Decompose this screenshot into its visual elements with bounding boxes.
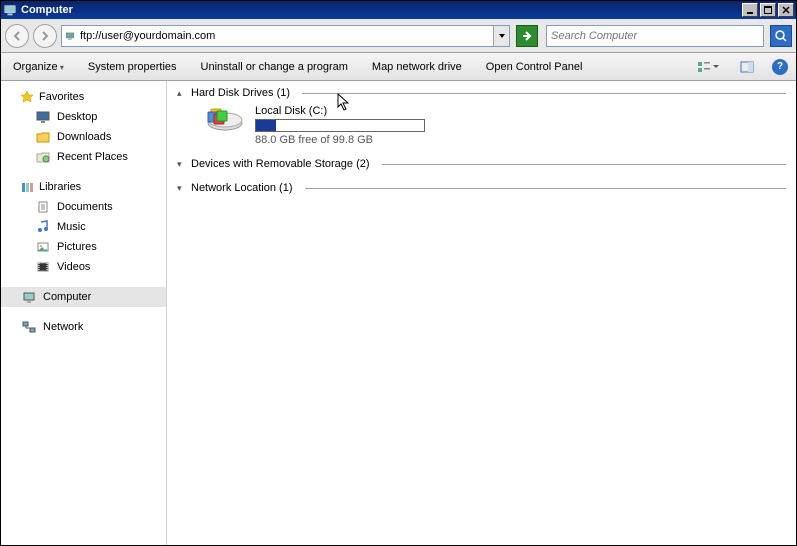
- pictures-icon: [35, 239, 51, 255]
- caret-down-icon: ▾: [177, 159, 185, 170]
- group-label: Network Location (1): [191, 182, 293, 194]
- favorites-label: Favorites: [39, 91, 84, 103]
- sidebar-item-label: Pictures: [57, 241, 97, 253]
- forward-button[interactable]: [33, 24, 57, 48]
- computer-icon: [21, 289, 37, 305]
- group-label: Devices with Removable Storage (2): [191, 158, 370, 170]
- sidebar-item-desktop[interactable]: Desktop: [1, 107, 166, 127]
- search-input[interactable]: [547, 28, 763, 44]
- map-network-drive-button[interactable]: Map network drive: [368, 59, 466, 75]
- drive-usage-bar: [255, 119, 425, 132]
- group-label: Hard Disk Drives (1): [191, 87, 290, 99]
- libraries-icon: [19, 179, 35, 195]
- sidebar-item-label: Computer: [43, 291, 91, 303]
- maximize-button[interactable]: [760, 3, 776, 17]
- preview-pane-button[interactable]: [738, 58, 756, 76]
- sidebar-item-label: Downloads: [57, 131, 111, 143]
- sidebar-item-label: Recent Places: [57, 151, 128, 163]
- content-pane: ▴ Hard Disk Drives (1) Local Dis: [167, 81, 796, 545]
- group-divider: [382, 164, 786, 165]
- window-title: Computer: [21, 4, 740, 16]
- navigation-pane: Favorites Desktop Downloads Recent Place…: [1, 81, 167, 545]
- caret-up-icon: ▴: [177, 88, 185, 99]
- uninstall-program-button[interactable]: Uninstall or change a program: [197, 59, 352, 75]
- search-button[interactable]: [770, 25, 792, 47]
- videos-icon: [35, 259, 51, 275]
- documents-icon: [35, 199, 51, 215]
- organize-menu[interactable]: Organize: [9, 59, 68, 75]
- sidebar-item-music[interactable]: Music: [1, 217, 166, 237]
- back-button[interactable]: [5, 24, 29, 48]
- change-view-button[interactable]: [694, 58, 722, 76]
- sidebar-item-documents[interactable]: Documents: [1, 197, 166, 217]
- computer-icon: [62, 29, 78, 43]
- address-bar[interactable]: [61, 25, 510, 47]
- open-control-panel-button[interactable]: Open Control Panel: [482, 59, 587, 75]
- desktop-icon: [35, 109, 51, 125]
- sidebar-item-pictures[interactable]: Pictures: [1, 237, 166, 257]
- close-button[interactable]: [778, 3, 794, 17]
- help-button[interactable]: ?: [772, 59, 788, 75]
- go-button[interactable]: [516, 25, 538, 47]
- sidebar-item-label: Music: [57, 221, 86, 233]
- minimize-button[interactable]: [742, 3, 758, 17]
- drive-name: Local Disk (C:): [255, 105, 425, 117]
- address-input[interactable]: [78, 28, 493, 44]
- search-box[interactable]: [546, 25, 764, 47]
- system-properties-button[interactable]: System properties: [84, 59, 181, 75]
- sidebar-item-label: Desktop: [57, 111, 97, 123]
- star-icon: [19, 89, 35, 105]
- drive-free-space: 88.0 GB free of 99.8 GB: [255, 134, 425, 146]
- group-divider: [302, 93, 786, 94]
- address-dropdown[interactable]: [493, 26, 509, 46]
- libraries-group[interactable]: Libraries: [1, 177, 166, 197]
- group-divider: [305, 188, 787, 189]
- computer-icon: [3, 3, 17, 17]
- group-removable-storage[interactable]: ▾ Devices with Removable Storage (2): [177, 158, 786, 170]
- caret-down-icon: ▾: [177, 183, 185, 194]
- network-icon: [21, 319, 37, 335]
- recent-icon: [35, 149, 51, 165]
- favorites-group[interactable]: Favorites: [1, 87, 166, 107]
- sidebar-item-label: Documents: [57, 201, 113, 213]
- group-network-location[interactable]: ▾ Network Location (1): [177, 182, 786, 194]
- group-hard-disk-drives[interactable]: ▴ Hard Disk Drives (1): [177, 87, 786, 99]
- sidebar-item-videos[interactable]: Videos: [1, 257, 166, 277]
- folder-icon: [35, 129, 51, 145]
- command-bar: Organize System properties Uninstall or …: [1, 53, 796, 81]
- libraries-label: Libraries: [39, 181, 81, 193]
- hard-drive-icon: [205, 105, 245, 137]
- music-icon: [35, 219, 51, 235]
- sidebar-item-computer[interactable]: Computer: [1, 287, 166, 307]
- navigation-bar: [1, 19, 796, 53]
- window-titlebar: Computer: [1, 1, 796, 19]
- drive-local-disk-c[interactable]: Local Disk (C:) 88.0 GB free of 99.8 GB: [205, 105, 786, 146]
- drive-usage-fill: [256, 120, 276, 131]
- sidebar-item-label: Network: [43, 321, 83, 333]
- sidebar-item-recent-places[interactable]: Recent Places: [1, 147, 166, 167]
- sidebar-item-network[interactable]: Network: [1, 317, 166, 337]
- sidebar-item-downloads[interactable]: Downloads: [1, 127, 166, 147]
- sidebar-item-label: Videos: [57, 261, 90, 273]
